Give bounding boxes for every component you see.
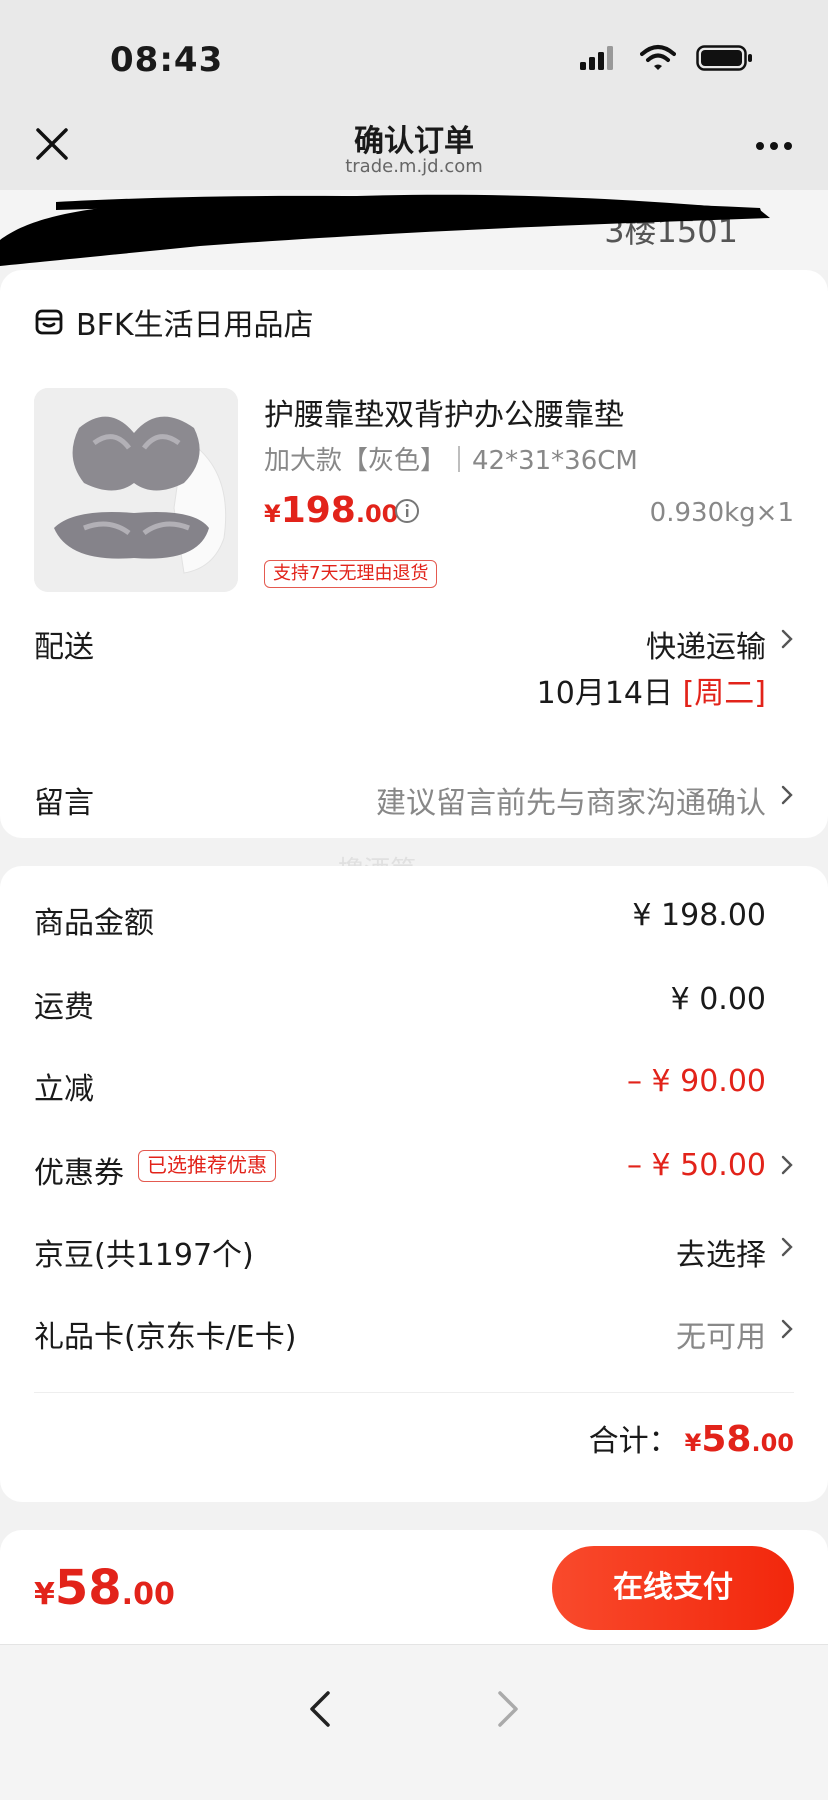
jd-beans-label: 京豆(共1197个) xyxy=(34,1238,254,1273)
total-decimal: .00 xyxy=(751,1429,794,1457)
delivery-date: 10月14日 xyxy=(536,676,674,711)
checkout-bar: ¥ 58 .00 在线支付 xyxy=(0,1530,828,1644)
message-label: 留言 xyxy=(34,786,94,821)
jd-beans-select[interactable]: 去选择 xyxy=(676,1230,766,1274)
return-policy-badge: 支持7天无理由退货 xyxy=(264,560,438,588)
price-decimal: .00 xyxy=(355,500,399,528)
chevron-right-icon[interactable] xyxy=(780,1318,794,1340)
total-label: 合计： xyxy=(588,1424,679,1459)
address-strip[interactable]: 双体 3楼1501 xyxy=(0,190,828,270)
product-image[interactable] xyxy=(34,388,238,592)
shop-name: BFK生活日用品店 xyxy=(76,308,314,343)
delivery-method[interactable]: 快递运输 xyxy=(646,622,766,666)
chevron-right-icon[interactable] xyxy=(780,784,794,806)
gift-card-status[interactable]: 无可用 xyxy=(676,1312,766,1356)
status-icons xyxy=(578,44,754,72)
pay-online-button[interactable]: 在线支付 xyxy=(552,1546,794,1630)
page-url: trade.m.jd.com xyxy=(345,156,483,177)
price-integer: 198 xyxy=(280,490,356,531)
info-icon[interactable] xyxy=(394,498,420,524)
price-symbol: ¥ xyxy=(264,500,281,528)
delivery-weekday: [周二] xyxy=(682,676,766,711)
more-icon[interactable] xyxy=(754,140,794,152)
browser-toolbar xyxy=(0,1644,828,1800)
chevron-right-icon[interactable] xyxy=(780,1236,794,1258)
cellular-signal-icon xyxy=(580,46,613,70)
coupon-amount[interactable]: – ¥ 50.00 xyxy=(627,1148,766,1183)
status-bar: 08:43 xyxy=(0,0,828,100)
shop-icon xyxy=(35,309,63,335)
nav-bar: 确认订单 trade.m.jd.com xyxy=(0,100,828,190)
total-integer: 58 xyxy=(701,1419,752,1460)
gift-card-label: 礼品卡(京东卡/E卡) xyxy=(34,1320,297,1355)
back-arrow-icon[interactable] xyxy=(306,1689,334,1729)
battery-icon xyxy=(696,45,752,71)
checkout-price-symbol: ¥ xyxy=(34,1577,55,1612)
product-title[interactable]: 护腰靠垫双背护办公腰靠垫 xyxy=(264,390,624,434)
product-spec: 加大款【灰色】｜42*31*36CM xyxy=(264,446,638,476)
order-total: 合计： ¥ 58 .00 xyxy=(589,1416,794,1460)
checkout-price-decimal: .00 xyxy=(121,1577,175,1612)
delivery-label: 配送 xyxy=(34,630,94,665)
delivery-date-row[interactable]: 10月14日 [周二] xyxy=(537,668,766,712)
chevron-right-icon[interactable] xyxy=(780,628,794,650)
shipping-label: 运费 xyxy=(34,990,94,1025)
message-input[interactable]: 建议留言前先与商家沟通确认 xyxy=(376,778,766,822)
redaction-mark xyxy=(0,194,770,266)
checkout-price-integer: 58 xyxy=(54,1560,122,1616)
price-summary-card: 商品金额 ¥ 198.00 运费 ¥ 0.00 立减 – ¥ 90.00 优惠券… xyxy=(0,866,828,1502)
shop-row[interactable]: BFK生活日用品店 xyxy=(34,300,314,344)
goods-amount: ¥ 198.00 xyxy=(632,898,766,933)
goods-amount-label: 商品金额 xyxy=(34,906,154,941)
shipping-fee: ¥ 0.00 xyxy=(670,982,766,1017)
discount-amount: – ¥ 90.00 xyxy=(626,1064,766,1099)
forward-arrow-icon[interactable] xyxy=(494,1689,522,1729)
product-price: ¥ 198 .00 xyxy=(264,490,398,531)
page-title: 确认订单 xyxy=(354,124,474,159)
divider xyxy=(34,1392,794,1393)
total-symbol: ¥ xyxy=(684,1429,702,1457)
wifi-icon xyxy=(640,45,676,70)
coupon-badge: 已选推荐优惠 xyxy=(138,1150,276,1182)
checkout-price: ¥ 58 .00 xyxy=(34,1560,175,1616)
discount-label: 立减 xyxy=(34,1072,94,1107)
chevron-right-icon[interactable] xyxy=(780,1154,794,1176)
weight-quantity: 0.930kg×1 xyxy=(649,498,794,528)
product-card: BFK生活日用品店 护腰靠垫双背护办公腰靠垫 加大款【灰色】｜42*31*36C… xyxy=(0,270,828,838)
coupon-label: 优惠券 xyxy=(34,1156,124,1191)
status-time: 08:43 xyxy=(110,40,224,80)
